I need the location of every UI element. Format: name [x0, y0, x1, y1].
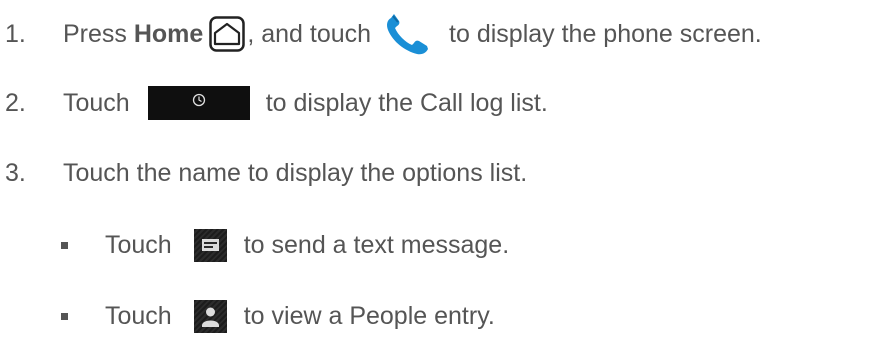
substep-text: Touch to send a text message. [105, 223, 509, 267]
person-icon [193, 299, 227, 333]
clock-icon [147, 86, 250, 120]
step-2: 2. Touch to display the Call log list. [0, 81, 884, 125]
step-number: 1. [5, 19, 26, 48]
substep-2: Touch to view a People entry. [0, 294, 884, 338]
substep-text: Touch to view a People entry. [105, 294, 495, 338]
step-text: Press Home , and touch to display the ph… [63, 12, 762, 56]
step-number: 2. [5, 88, 26, 117]
step-text: Touch the name to display the options li… [63, 158, 528, 187]
step-3: 3. Touch the name to display the options… [0, 151, 884, 195]
step-number: 3. [5, 158, 26, 187]
substep-1: Touch to send a text message. [0, 223, 884, 267]
step-text: Touch to display the Call log list. [63, 81, 548, 125]
home-label: Home [133, 19, 204, 48]
step-1: 1. Press Home , and touch to display the… [0, 12, 884, 56]
bullet-icon [61, 313, 68, 320]
bullet-icon [61, 242, 68, 249]
home-icon [209, 16, 246, 52]
phone-icon [387, 14, 429, 55]
message-icon [193, 228, 227, 262]
